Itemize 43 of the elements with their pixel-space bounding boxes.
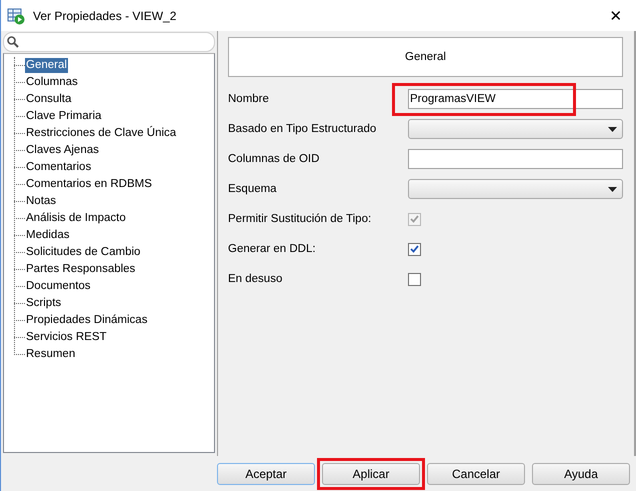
field-label: Generar en DDL: — [228, 243, 317, 255]
close-button[interactable]: ✕ — [596, 0, 636, 30]
field-label: Permitir Sustitución de Tipo: — [228, 213, 372, 225]
field-label: En desuso — [228, 273, 284, 285]
tree-item[interactable]: Comentarios — [25, 160, 92, 175]
field-label: Esquema — [228, 183, 278, 195]
dialog-button[interactable]: Aceptar — [217, 462, 315, 484]
tree-item[interactable]: General — [25, 58, 68, 73]
tree-item[interactable]: Servicios REST — [25, 330, 108, 345]
search-field[interactable] — [3, 32, 215, 52]
tree-item[interactable]: Scripts — [25, 296, 62, 311]
dropdown[interactable] — [408, 179, 623, 199]
section-heading: General — [228, 37, 623, 77]
caret-icon — [608, 186, 617, 192]
dropdown[interactable] — [408, 119, 623, 139]
tree-item[interactable]: Restricciones de Clave Única — [25, 126, 178, 141]
tree-item[interactable]: Medidas — [25, 228, 70, 243]
window-title: Ver Propiedades - VIEW_2 — [33, 8, 178, 22]
checkbox[interactable] — [408, 242, 421, 256]
tree-item[interactable]: Documentos — [25, 279, 92, 294]
tree-item[interactable]: Resumen — [25, 347, 76, 362]
tree-item[interactable]: Solicitudes de Cambio — [25, 245, 142, 260]
name-field[interactable]: ProgramasVIEW — [408, 89, 623, 109]
caret-icon — [608, 126, 617, 132]
search-icon — [7, 36, 19, 48]
tree-item[interactable]: Columnas — [25, 75, 79, 90]
field-label: Basado en Tipo Estructurado — [228, 123, 378, 135]
dialog-button[interactable]: Aplicar — [322, 462, 420, 484]
tree-item[interactable]: Notas — [25, 194, 58, 209]
tree-item[interactable]: Clave Primaria — [25, 109, 102, 124]
checkbox[interactable] — [408, 272, 421, 286]
dialog-button[interactable]: Ayuda — [532, 462, 630, 484]
tree-item[interactable]: Claves Ajenas — [25, 143, 100, 158]
tree-item[interactable]: Partes Responsables — [25, 262, 136, 277]
tree-item[interactable]: Propiedades Dinámicas — [25, 313, 148, 328]
input-field[interactable] — [408, 149, 623, 169]
tree-item[interactable]: Análisis de Impacto — [25, 211, 127, 226]
field-label: Nombre — [228, 93, 270, 105]
tree-item[interactable]: Consulta — [25, 92, 72, 107]
tree-item[interactable]: Comentarios en RDBMS — [25, 177, 153, 192]
app-icon — [7, 6, 25, 24]
dialog-button[interactable]: Cancelar — [427, 462, 525, 484]
field-label: Columnas de OID — [228, 153, 320, 165]
